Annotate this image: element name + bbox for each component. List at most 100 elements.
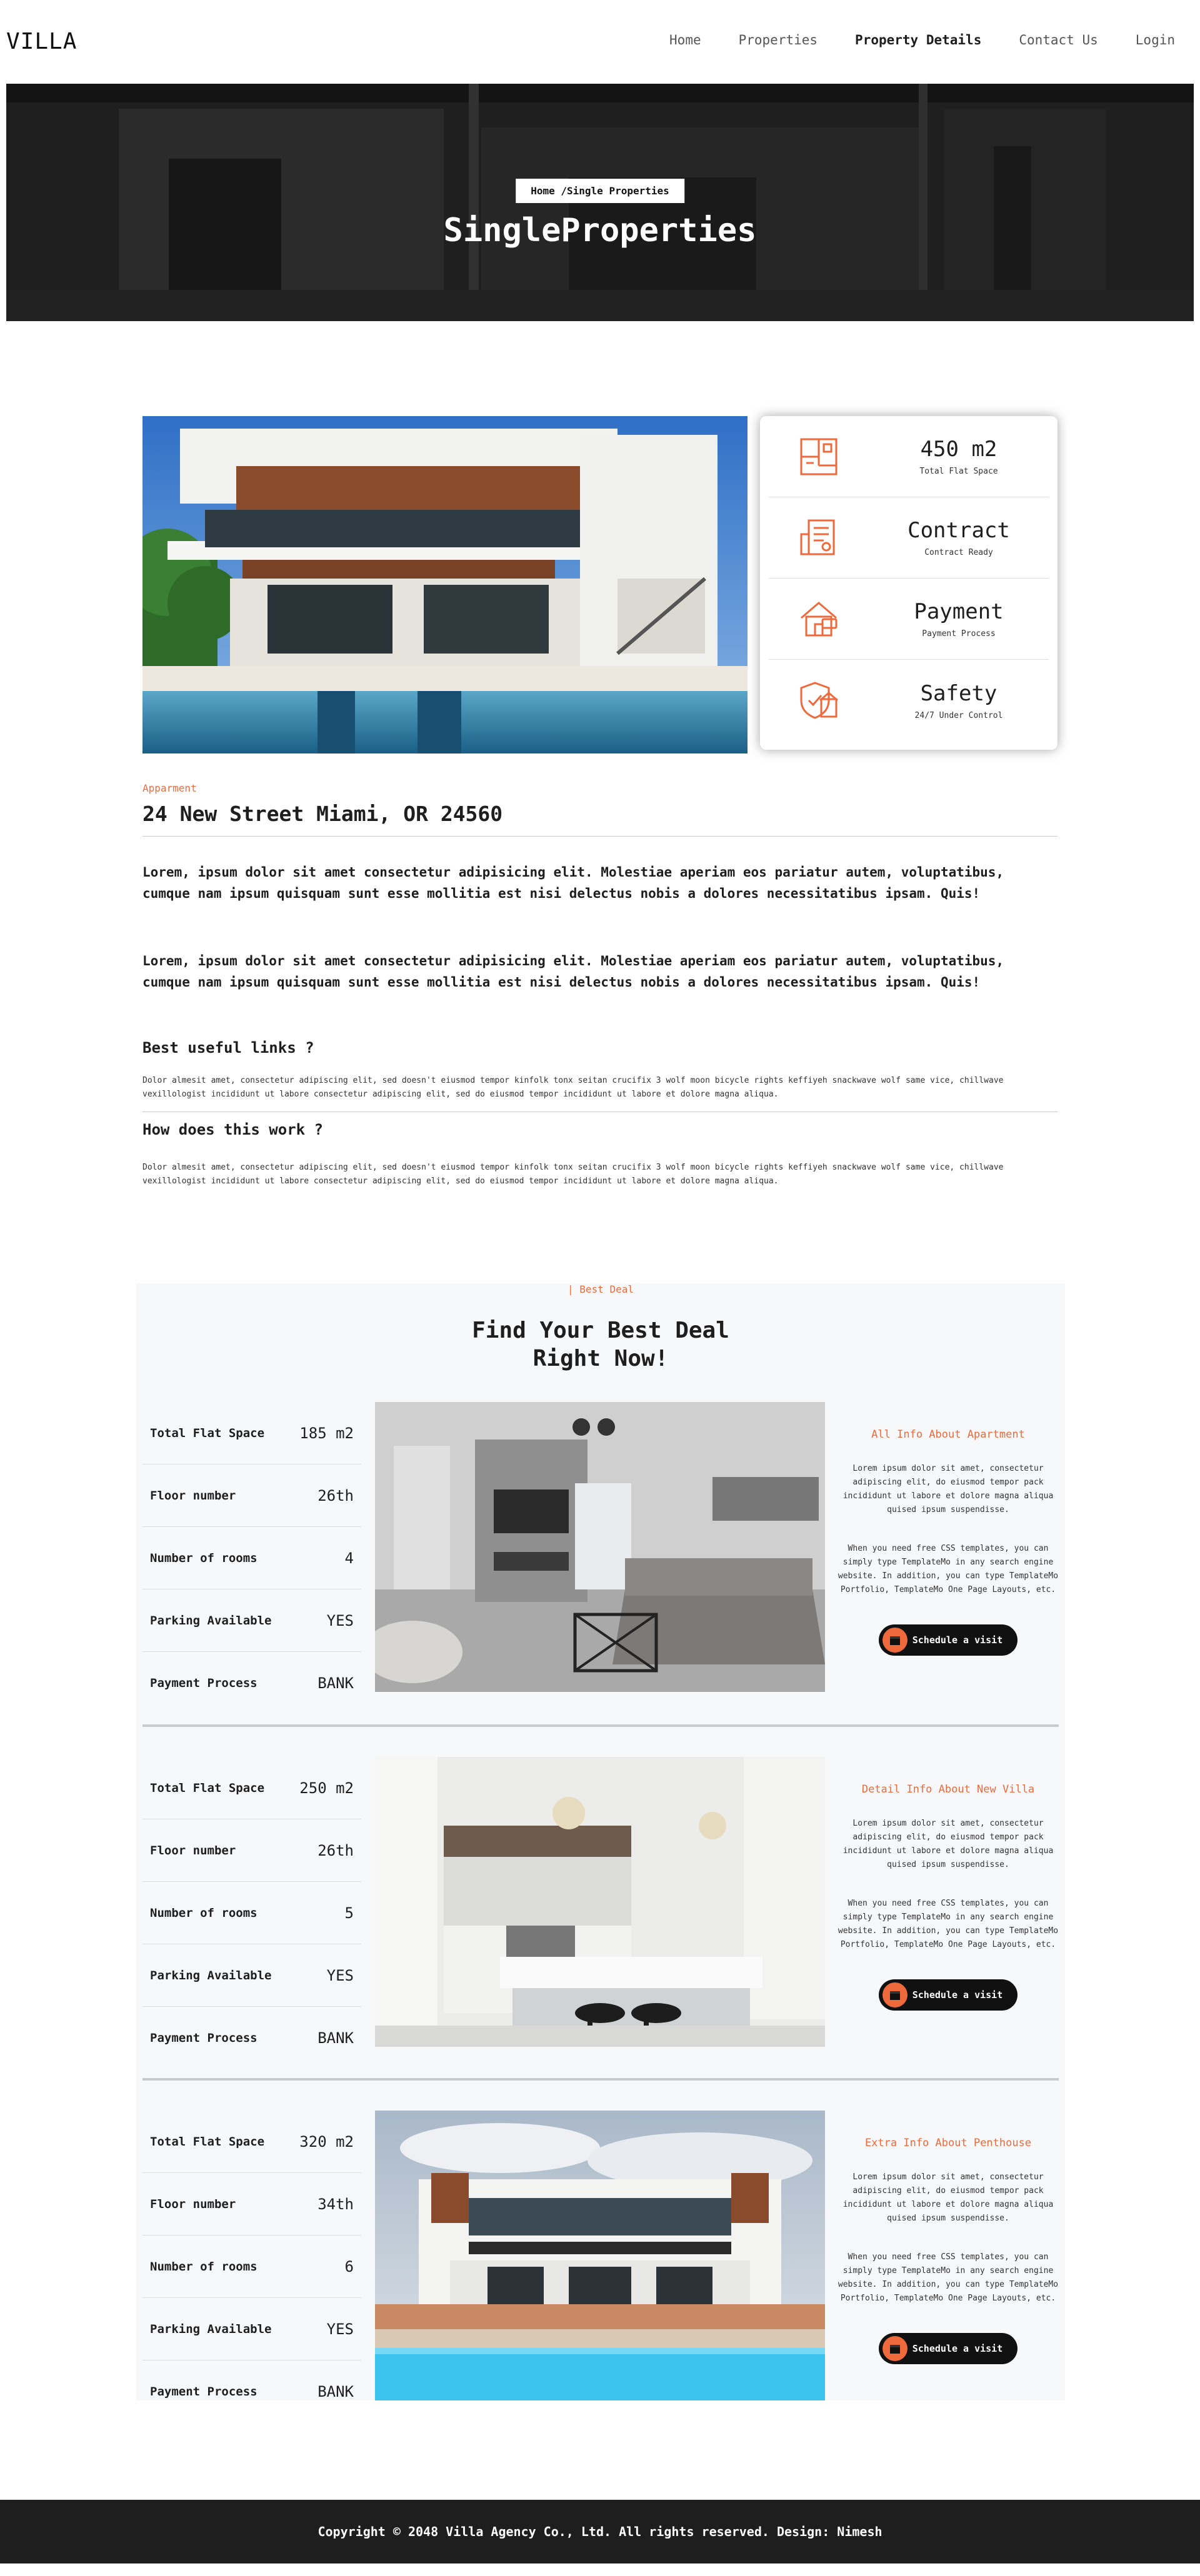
nav-property-details[interactable]: Property Details bbox=[855, 32, 981, 47]
divider bbox=[142, 2078, 1059, 2081]
apartment-photo bbox=[375, 1402, 825, 1692]
deal-info-text: When you need free CSS templates, you ca… bbox=[838, 2252, 1059, 2303]
spec-label: Floor number bbox=[150, 1843, 236, 1857]
deal-info: Extra Info About Penthouse Lorem ipsum d… bbox=[838, 2111, 1059, 2364]
spec-value: BANK bbox=[318, 2383, 354, 2400]
spec-label: Floor number bbox=[150, 1488, 236, 1503]
top-nav: VILLA Home Properties Property Details C… bbox=[0, 0, 1200, 84]
description-paragraph: Lorem, ipsum dolor sit amet consectetur … bbox=[142, 953, 1004, 990]
spec-value: 250 m2 bbox=[299, 1779, 354, 1797]
main-menu: Home Properties Property Details Contact… bbox=[669, 32, 1175, 47]
info-value: Safety bbox=[920, 680, 998, 706]
contract-icon bbox=[769, 515, 869, 560]
spec-label: Floor number bbox=[150, 2197, 236, 2211]
spec-label: Number of rooms bbox=[150, 1551, 258, 1565]
spec-label: Total Flat Space bbox=[150, 2134, 265, 2149]
info-row-payment: Payment Payment Process bbox=[769, 579, 1049, 660]
nav-properties[interactable]: Properties bbox=[739, 32, 818, 47]
calendar-icon bbox=[882, 1982, 908, 2007]
spec-row: Parking Available YES bbox=[142, 1944, 361, 2007]
best-deal-section: | Best Deal Find Your Best Deal Right No… bbox=[136, 1283, 1065, 2400]
spec-label: Payment Process bbox=[150, 2385, 258, 2399]
page-hero: Home /Single Properties SingleProperties bbox=[6, 84, 1194, 321]
payment-house-icon bbox=[769, 597, 869, 642]
spec-value: YES bbox=[326, 1966, 354, 1984]
spec-value: BANK bbox=[318, 1674, 354, 1692]
divider bbox=[142, 1724, 1059, 1727]
faq-question: Best useful links ? bbox=[142, 1039, 314, 1057]
deal-info-text: Lorem ipsum dolor sit amet, consectetur … bbox=[842, 1819, 1054, 1869]
schedule-visit-button[interactable]: Schedule a visit bbox=[878, 2333, 1018, 2364]
faq-question: How does this work ? bbox=[142, 1121, 323, 1138]
info-caption: 24/7 Under Control bbox=[914, 710, 1003, 720]
calendar-icon bbox=[882, 1628, 908, 1653]
penthouse-photo bbox=[375, 2111, 825, 2400]
spec-label: Payment Process bbox=[150, 1676, 258, 1690]
spec-row: Number of rooms 4 bbox=[142, 1527, 361, 1589]
spec-row: Payment Process BANK bbox=[142, 2007, 361, 2069]
spec-row: Parking Available YES bbox=[142, 2298, 361, 2360]
info-value: 450 m2 bbox=[920, 437, 998, 462]
spec-row: Floor number 26th bbox=[142, 1465, 361, 1527]
schedule-visit-button[interactable]: Schedule a visit bbox=[878, 1979, 1018, 2011]
divider bbox=[142, 1111, 1058, 1112]
info-caption: Payment Process bbox=[922, 629, 996, 639]
spec-value: 34th bbox=[318, 2195, 354, 2213]
property-overview: 450 m2 Total Flat Space Contract Contrac… bbox=[0, 416, 1200, 753]
deal-info-title: Detail Info About New Villa bbox=[861, 1783, 1035, 1796]
safety-shield-icon bbox=[769, 678, 869, 723]
spec-value: BANK bbox=[318, 2029, 354, 2047]
deal-info: Detail Info About New Villa Lorem ipsum … bbox=[838, 1757, 1059, 2011]
nav-home[interactable]: Home bbox=[669, 32, 701, 47]
description-paragraph: Lorem, ipsum dolor sit amet consectetur … bbox=[142, 865, 1004, 901]
info-row-space: 450 m2 Total Flat Space bbox=[769, 416, 1049, 497]
deal-info-title: All Info About Apartment bbox=[871, 1428, 1025, 1441]
copyright-text: Copyright © 2048 Villa Agency Co., Ltd. … bbox=[318, 2524, 882, 2539]
spec-row: Payment Process BANK bbox=[142, 1652, 361, 1714]
spec-label: Total Flat Space bbox=[150, 1426, 265, 1440]
site-logo[interactable]: VILLA bbox=[6, 29, 77, 54]
schedule-visit-label: Schedule a visit bbox=[912, 1989, 1003, 2001]
info-value: Contract bbox=[908, 518, 1010, 543]
info-caption: Total Flat Space bbox=[919, 467, 998, 476]
floor-plan-icon bbox=[769, 434, 869, 479]
spec-label: Parking Available bbox=[150, 1613, 272, 1628]
spec-row: Parking Available YES bbox=[142, 1589, 361, 1652]
villa-kitchen-photo bbox=[375, 1757, 825, 2047]
spec-label: Number of rooms bbox=[150, 2259, 258, 2274]
section-title: Find Your Best Deal Right Now! bbox=[136, 1316, 1065, 1373]
nav-login[interactable]: Login bbox=[1136, 32, 1175, 47]
spec-value: 6 bbox=[344, 2257, 354, 2275]
spec-value: 26th bbox=[318, 1841, 354, 1859]
faq-answer: Dolor almesit amet, consectetur adipisci… bbox=[142, 1076, 1004, 1099]
schedule-visit-label: Schedule a visit bbox=[912, 2343, 1003, 2354]
spec-label: Parking Available bbox=[150, 2322, 272, 2336]
info-row-contract: Contract Contract Ready bbox=[769, 497, 1049, 579]
spec-row: Floor number 34th bbox=[142, 2173, 361, 2235]
page-title: SingleProperties bbox=[443, 212, 757, 249]
property-info-card: 450 m2 Total Flat Space Contract Contrac… bbox=[760, 416, 1058, 750]
schedule-visit-button[interactable]: Schedule a visit bbox=[878, 1624, 1018, 1656]
spec-value: 185 m2 bbox=[299, 1424, 354, 1442]
property-address: 24 New Street Miami, OR 24560 bbox=[142, 802, 1058, 837]
spec-label: Total Flat Space bbox=[150, 1781, 265, 1795]
spec-label: Payment Process bbox=[150, 2031, 258, 2045]
spec-row: Total Flat Space 320 m2 bbox=[142, 2111, 361, 2173]
faq-answer: Dolor almesit amet, consectetur adipisci… bbox=[142, 1163, 1004, 1186]
schedule-visit-label: Schedule a visit bbox=[912, 1634, 1003, 1646]
property-main-photo bbox=[142, 416, 748, 753]
spec-list: Total Flat Space 250 m2 Floor number 26th … bbox=[142, 1757, 361, 2069]
deal-block-penthouse: Total Flat Space 320 m2 Floor number 34th … bbox=[142, 2111, 1059, 2400]
spec-value: 320 m2 bbox=[299, 2132, 354, 2151]
spec-list: Total Flat Space 185 m2 Floor number 26th … bbox=[142, 1402, 361, 1714]
spec-row: Number of rooms 5 bbox=[142, 1882, 361, 1944]
deal-info-title: Extra Info About Penthouse bbox=[864, 2137, 1032, 2149]
spec-value: YES bbox=[326, 2320, 354, 2338]
info-value: Payment bbox=[914, 599, 1004, 624]
property-description: Apparment 24 New Street Miami, OR 24560 … bbox=[142, 782, 1058, 1188]
spec-row: Total Flat Space 250 m2 bbox=[142, 1757, 361, 1819]
deal-info-text: When you need free CSS templates, you ca… bbox=[838, 1899, 1059, 1949]
nav-contact-us[interactable]: Contact Us bbox=[1019, 32, 1098, 47]
property-category: Apparment bbox=[142, 782, 197, 794]
section-tag: | Best Deal bbox=[568, 1283, 634, 1295]
